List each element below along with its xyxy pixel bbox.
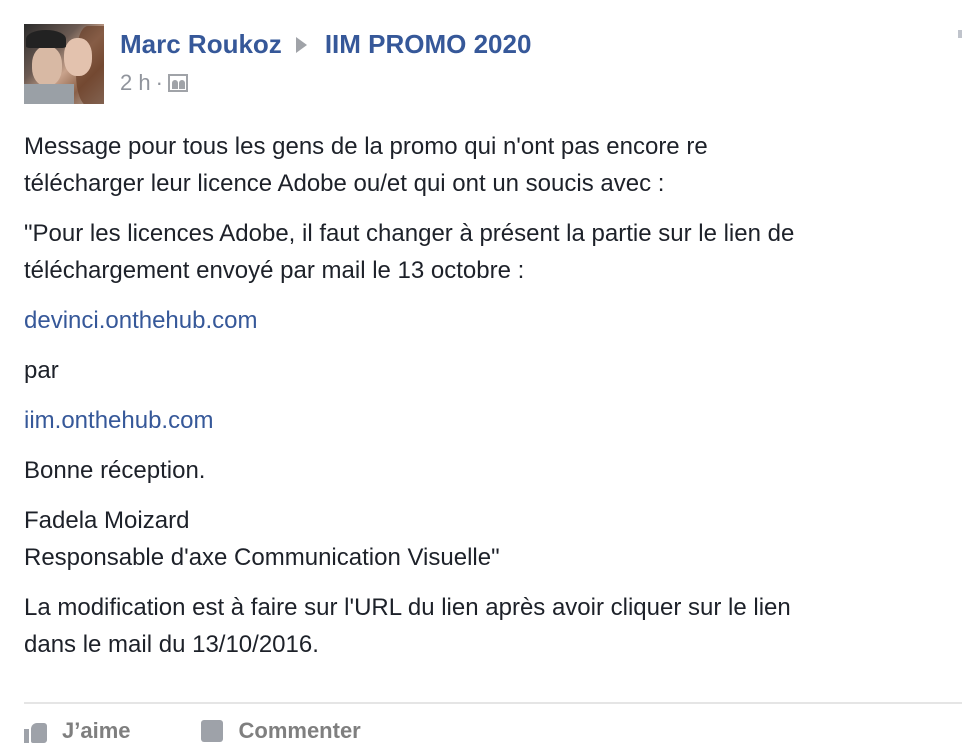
author-avatar[interactable] — [24, 24, 104, 104]
avatar-photo-part — [32, 46, 62, 86]
avatar-photo-part — [26, 30, 66, 48]
like-label: J’aime — [62, 718, 131, 743]
post-text: La modification est à faire sur l'URL du… — [24, 594, 791, 621]
timestamp-link[interactable]: 2 h — [120, 70, 151, 96]
signature-name: Fadela Moizard — [24, 507, 190, 534]
triangle-right-icon — [295, 36, 307, 53]
post-text: par — [24, 357, 59, 384]
comment-label: Commenter — [238, 718, 361, 743]
divider — [24, 702, 962, 704]
group-name-link[interactable]: IIM PROMO 2020 — [325, 29, 532, 60]
iim-link[interactable]: iim.onthehub.com — [24, 407, 213, 434]
comment-button[interactable]: Commenter — [200, 718, 361, 744]
meta-separator: · — [155, 70, 163, 95]
author-name-link[interactable]: Marc Roukoz — [120, 29, 282, 60]
avatar-photo-part — [64, 38, 92, 76]
post-meta: 2 h · — [120, 70, 188, 96]
post-text: Message pour tous les gens de la promo q… — [24, 133, 708, 160]
comment-icon — [200, 720, 223, 742]
thumbs-up-icon — [24, 719, 48, 743]
post-text: dans le mail du 13/10/2016. — [24, 631, 319, 658]
post-text: télécharger leur licence Adobe ou/et qui… — [24, 170, 665, 197]
post-text: Bonne réception. — [24, 457, 206, 484]
chevron-down-icon[interactable] — [958, 30, 962, 38]
like-button[interactable]: J’aime — [24, 718, 131, 744]
post-text: "Pour les licences Adobe, il faut change… — [24, 220, 795, 247]
post-body: Message pour tous les gens de la promo q… — [24, 128, 954, 676]
group-icon[interactable] — [167, 74, 188, 92]
post-actions: J’aime Commenter — [24, 718, 431, 744]
signature-title: Responsable d'axe Communication Visuelle… — [24, 544, 500, 571]
avatar-photo-part — [24, 84, 74, 104]
post-text: téléchargement envoyé par mail le 13 oct… — [24, 257, 525, 284]
post-header: Marc Roukoz IIM PROMO 2020 — [120, 29, 531, 60]
devinci-link[interactable]: devinci.onthehub.com — [24, 307, 257, 334]
